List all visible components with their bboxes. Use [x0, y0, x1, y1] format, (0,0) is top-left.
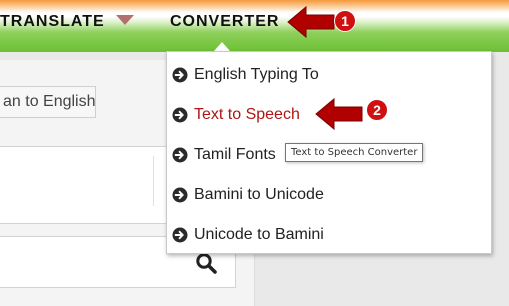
menu-item-unicode-to-bamini[interactable]: Unicode to Bamini [172, 221, 324, 249]
arrow-circle-right-icon [172, 67, 188, 83]
arrow-circle-right-icon [172, 227, 188, 243]
annotation-arrow-icon [287, 5, 335, 39]
language-direction-button[interactable]: an to English [0, 86, 96, 118]
menu-item-label: Unicode to Bamini [194, 226, 324, 243]
menu-item-tamil-fonts[interactable]: Tamil Fonts [172, 141, 276, 169]
search-icon[interactable] [195, 252, 217, 274]
menu-item-label: Bamini to Unicode [194, 186, 324, 203]
text-area-divider [153, 156, 154, 206]
menu-item-english-typing[interactable]: English Typing To [172, 61, 319, 89]
arrow-circle-right-icon [172, 187, 188, 203]
arrow-circle-right-icon [172, 147, 188, 163]
nav-converter[interactable]: CONVERTER [170, 13, 279, 31]
step-1-badge: 1 [334, 10, 356, 32]
menu-item-bamini-to-unicode[interactable]: Bamini to Unicode [172, 181, 324, 209]
menu-item-label: Text to Speech [194, 106, 300, 123]
menu-item-label: Tamil Fonts [194, 146, 276, 163]
menu-item-label: English Typing To [194, 66, 319, 83]
annotation-arrow-icon [315, 97, 363, 131]
input-text-area[interactable] [0, 146, 170, 224]
converter-menu-pointer-icon [214, 42, 230, 51]
translate-dropdown-caret-icon[interactable] [116, 15, 134, 25]
step-2-badge: 2 [366, 99, 388, 121]
menu-item-text-to-speech[interactable]: Text to Speech [172, 101, 300, 129]
arrow-circle-right-icon [172, 107, 188, 123]
top-nav-bar: TRANSLATE CONVERTER [0, 0, 509, 52]
nav-translate[interactable]: TRANSLATE [0, 13, 105, 31]
tooltip: Text to Speech Converter [285, 143, 424, 162]
